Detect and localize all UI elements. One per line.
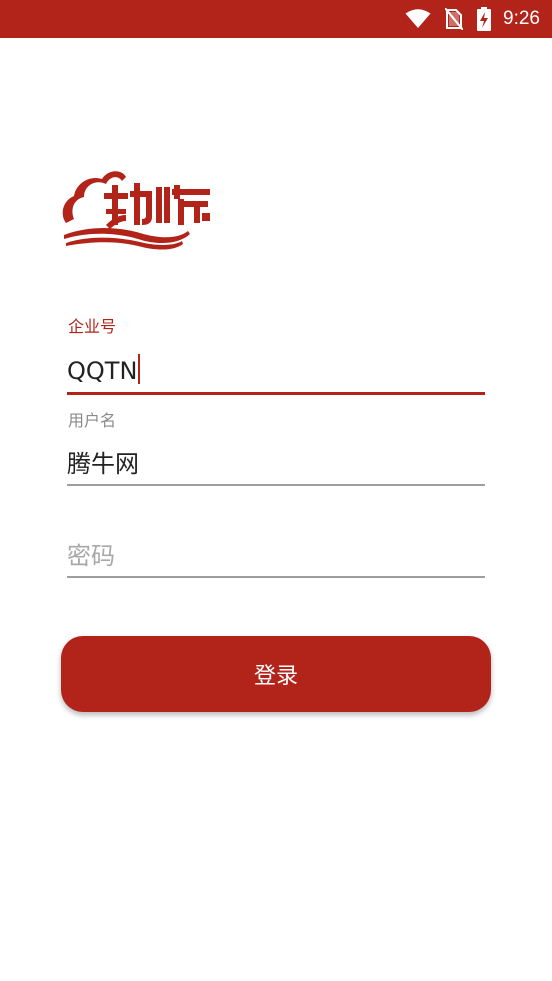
- clock: 9:26: [503, 8, 540, 29]
- username-input[interactable]: 腾牛网: [67, 444, 139, 479]
- company-field[interactable]: 企业号 QQTN: [67, 310, 485, 400]
- password-input[interactable]: 密码: [67, 536, 115, 571]
- login-button-label: 登录: [253, 664, 298, 689]
- company-label: 企业号: [68, 317, 117, 336]
- wifi-icon: [405, 9, 431, 29]
- password-underline: [67, 576, 485, 578]
- password-field[interactable]: 密码: [67, 494, 485, 584]
- company-value: QQTN: [67, 357, 138, 385]
- text-caret: [138, 354, 141, 384]
- battery-charging-icon: [477, 7, 492, 31]
- login-button[interactable]: 登录: [61, 636, 491, 712]
- username-underline: [67, 484, 485, 486]
- no-sim-icon: [445, 8, 464, 30]
- status-bar: 9:26: [0, 0, 552, 38]
- username-field[interactable]: 用户名 腾牛网: [67, 402, 485, 492]
- username-label: 用户名: [68, 411, 117, 430]
- logo-icon: [60, 165, 220, 250]
- company-underline: [67, 392, 485, 395]
- company-input[interactable]: QQTN: [67, 354, 141, 385]
